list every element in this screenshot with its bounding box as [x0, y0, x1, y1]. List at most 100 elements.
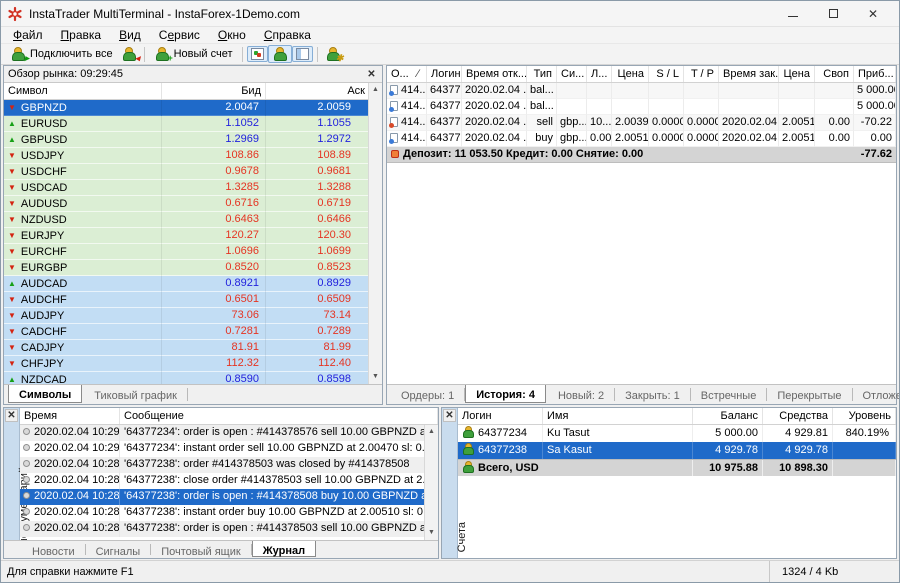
orders-col-lots[interactable]: Л... — [587, 66, 612, 82]
journal-col-time[interactable]: Время — [20, 408, 120, 424]
accounts-col-name[interactable]: Имя — [543, 408, 693, 424]
market-row[interactable]: ▼EURGBP0.85200.8523 — [4, 260, 382, 276]
journal-col-message[interactable]: Сообщение — [120, 408, 438, 424]
orders-tab[interactable]: Встречные — [691, 388, 768, 401]
menu-help[interactable]: Справка — [255, 28, 320, 42]
order-cell-tp — [684, 83, 719, 99]
order-cell-profit: -70.22 — [854, 115, 896, 131]
market-scrollbar[interactable]: ▲ ▼ — [368, 83, 382, 384]
market-row[interactable]: ▼USDCAD1.32851.3288 — [4, 180, 382, 196]
market-watch-close-icon[interactable]: ✕ — [365, 68, 378, 81]
menu-edit[interactable]: Правка — [52, 28, 111, 42]
market-row[interactable]: ▼USDCHF0.96780.9681 — [4, 164, 382, 180]
journal-tab[interactable]: Сигналы — [86, 544, 152, 555]
journal-row[interactable]: 2020.02.04 10:28:...'64377238': order is… — [20, 489, 424, 505]
market-row[interactable]: ▼USDJPY108.86108.89 — [4, 148, 382, 164]
market-row[interactable]: ▲AUDCAD0.89210.8929 — [4, 276, 382, 292]
market-row[interactable]: ▼AUDUSD0.67160.6719 — [4, 196, 382, 212]
toggle-market-watch-button[interactable] — [247, 46, 268, 62]
minimize-button[interactable] — [773, 2, 813, 26]
orders-col-open-time[interactable]: Время отк... — [462, 66, 527, 82]
close-button[interactable]: ✕ — [853, 2, 893, 26]
order-row[interactable]: 414...64377...2020.02.04 ...bal...5 000.… — [387, 83, 896, 99]
journal-row[interactable]: 2020.02.04 10:29:...'64377234': order is… — [20, 425, 424, 441]
market-row[interactable]: ▼EURCHF1.06961.0699 — [4, 244, 382, 260]
orders-col-swap[interactable]: Своп — [815, 66, 854, 82]
market-row[interactable]: ▼AUDCHF0.65010.6509 — [4, 292, 382, 308]
new-account-button[interactable]: + Новый счет — [149, 46, 238, 62]
market-col-bid[interactable]: Бид — [162, 83, 266, 99]
journal-scrollbar[interactable]: ▲ ▼ — [424, 425, 438, 540]
orders-col-profit[interactable]: Приб... — [854, 66, 896, 82]
orders-col-type[interactable]: Тип — [527, 66, 557, 82]
journal-row[interactable]: 2020.02.04 10:28:...'64377238': order is… — [20, 521, 424, 537]
accounts-col-level[interactable]: Уровень — [833, 408, 896, 424]
market-tab[interactable]: Символы — [8, 385, 82, 403]
orders-tab[interactable]: История: 4 — [465, 385, 546, 403]
symbol-label: EURGBP — [21, 262, 67, 274]
journal-tab[interactable]: Почтовый ящик — [151, 544, 251, 555]
connect-all-button[interactable]: ▸ Подключить все — [5, 46, 118, 62]
accounts-close-icon[interactable]: ✕ — [443, 409, 456, 422]
market-row[interactable]: ▼NZDUSD0.64630.6466 — [4, 212, 382, 228]
market-row[interactable]: ▲GBPUSD1.29691.2972 — [4, 132, 382, 148]
order-row[interactable]: 414...64377...2020.02.04 ...sellgbp...10… — [387, 115, 896, 131]
journal-tab[interactable]: Новости — [22, 544, 86, 555]
disconnect-all-button[interactable]: ◂ — [118, 46, 140, 62]
toggle-toolbox-button[interactable] — [292, 46, 313, 62]
journal-row[interactable]: 2020.02.04 10:28:...'64377238': order #4… — [20, 457, 424, 473]
orders-tab[interactable]: Новый: 2 — [548, 388, 615, 401]
orders-col-sl[interactable]: S / L — [649, 66, 684, 82]
scroll-down-icon[interactable]: ▼ — [425, 526, 438, 540]
market-row[interactable]: ▼GBPNZD2.00472.0059 — [4, 100, 382, 116]
market-col-ask[interactable]: Аск — [266, 83, 370, 99]
orders-col-open-price[interactable]: Цена — [612, 66, 649, 82]
orders-tab[interactable]: Ордеры: 1 — [391, 388, 465, 401]
order-row[interactable]: 414...64377...2020.02.04 ...bal...5 000.… — [387, 99, 896, 115]
market-row[interactable]: ▲EURUSD1.10521.1055 — [4, 116, 382, 132]
scroll-up-icon[interactable]: ▲ — [369, 83, 382, 97]
orders-col-tp[interactable]: T / P — [684, 66, 719, 82]
sort-icon: ∕ — [417, 66, 422, 82]
market-row[interactable]: ▼CHFJPY112.32112.40 — [4, 356, 382, 372]
accounts-col-balance[interactable]: Баланс — [693, 408, 763, 424]
market-row[interactable]: ▼CADJPY81.9181.99 — [4, 340, 382, 356]
ask-cell: 1.0699 — [266, 244, 370, 260]
journal-tab[interactable]: Журнал — [252, 541, 316, 557]
orders-tab[interactable]: Закрыть: 1 — [615, 388, 691, 401]
toggle-accounts-button[interactable] — [268, 45, 292, 63]
account-row[interactable]: 64377234Ku Tasut5 000.004 929.81840.19% — [458, 425, 896, 442]
menu-service[interactable]: Сервис — [150, 28, 209, 42]
accounts-col-login[interactable]: Логин — [458, 408, 543, 424]
journal-row[interactable]: 2020.02.04 10:29:...'64377234': instant … — [20, 441, 424, 457]
order-row[interactable]: 414...64377...2020.02.04 ...buygbp...0.0… — [387, 131, 896, 147]
journal-close-icon[interactable]: ✕ — [5, 409, 18, 422]
orders-col-login[interactable]: Логин — [427, 66, 462, 82]
orders-tab[interactable]: Перекрытые — [767, 388, 852, 401]
menu-window[interactable]: Окно — [209, 28, 255, 42]
market-row[interactable]: ▼AUDJPY73.0673.14 — [4, 308, 382, 324]
account-row[interactable]: 64377238Sa Kasut4 929.784 929.78 — [458, 442, 896, 459]
orders-col-close-price[interactable]: Цена — [779, 66, 815, 82]
journal-row[interactable]: 2020.02.04 10:28:...'64377238': instant … — [20, 505, 424, 521]
orders-tab[interactable]: Отложенный: 1 — [853, 388, 900, 401]
scroll-down-icon[interactable]: ▼ — [369, 370, 382, 384]
market-tab[interactable]: Тиковый график — [84, 388, 188, 401]
scroll-up-icon[interactable]: ▲ — [425, 425, 438, 439]
market-row[interactable]: ▼CADCHF0.72810.7289 — [4, 324, 382, 340]
account-settings-button[interactable]: ✱ — [322, 46, 344, 62]
journal-time-cell: 2020.02.04 10:29:... — [20, 425, 120, 441]
menu-file[interactable]: Файл — [4, 28, 52, 42]
market-row[interactable]: ▲NZDCAD0.85900.8598 — [4, 372, 382, 384]
market-row[interactable]: ▼EURJPY120.27120.30 — [4, 228, 382, 244]
menu-view[interactable]: Вид — [110, 28, 150, 42]
bid-cell: 81.91 — [162, 340, 266, 356]
accounts-col-equity[interactable]: Средства — [763, 408, 833, 424]
orders-col-symbol[interactable]: Си... — [557, 66, 587, 82]
down-arrow-icon: ▼ — [8, 199, 16, 208]
orders-col-close-time[interactable]: Время зак... — [719, 66, 779, 82]
orders-col-order[interactable]: О...∕ — [387, 66, 427, 82]
maximize-button[interactable] — [813, 2, 853, 26]
journal-row[interactable]: 2020.02.04 10:28:...'64377238': close or… — [20, 473, 424, 489]
market-col-symbol[interactable]: Символ — [4, 83, 162, 99]
